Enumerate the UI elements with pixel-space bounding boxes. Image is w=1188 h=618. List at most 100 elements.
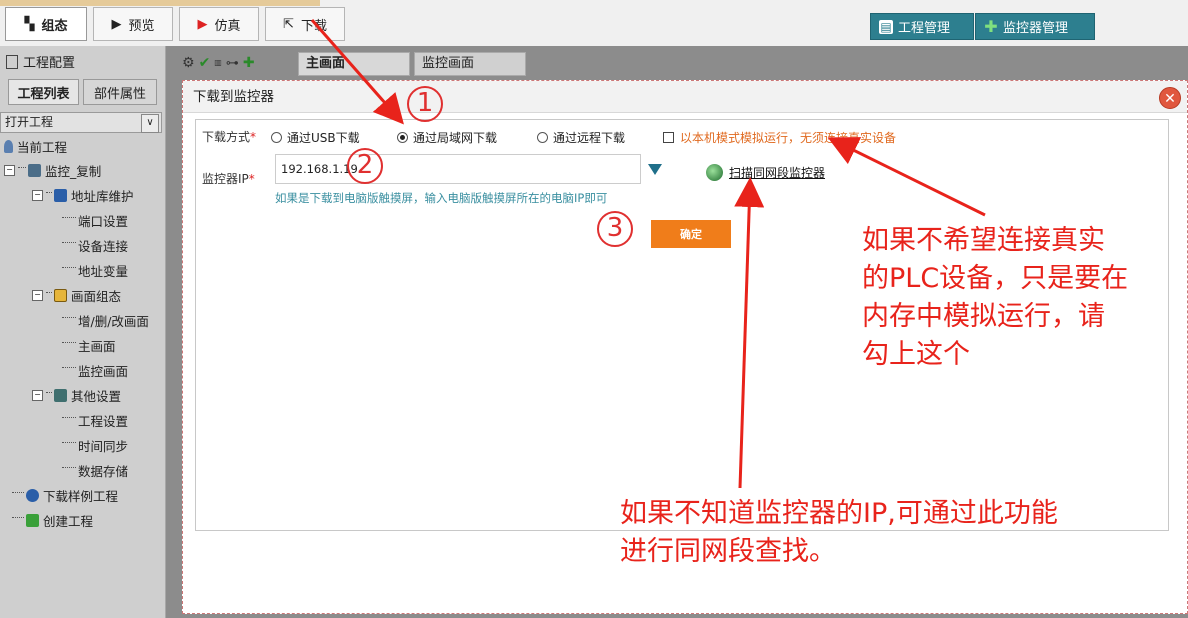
document-icon bbox=[6, 54, 18, 69]
tab-preview-label: 预览 bbox=[128, 18, 155, 34]
play-red-icon: ▶ bbox=[197, 16, 208, 32]
plc-icon[interactable]: ▥ bbox=[214, 59, 222, 67]
tree-item-edit-screens[interactable]: 增/删/改画面 bbox=[62, 311, 149, 330]
tree-label: 时间同步 bbox=[78, 439, 129, 454]
screen-icon bbox=[54, 289, 67, 302]
confirm-button[interactable]: 确定 bbox=[651, 220, 731, 248]
tree-item-screen-config[interactable]: − 画面组态 bbox=[32, 286, 121, 305]
tab-config[interactable]: ▚ 组态 bbox=[5, 7, 87, 41]
tab-download[interactable]: ⇱ 下载 bbox=[265, 7, 345, 41]
tab-project-list[interactable]: 工程列表 bbox=[8, 79, 79, 105]
dialog-title-label: 下载到监控器 bbox=[193, 89, 274, 105]
tree-label: 画面组态 bbox=[71, 289, 122, 304]
collapse-icon[interactable]: − bbox=[32, 290, 43, 301]
radio-usb[interactable]: 通过USB下载 bbox=[271, 129, 360, 146]
tab-component-props-label: 部件属性 bbox=[93, 86, 146, 102]
info-icon bbox=[26, 489, 39, 502]
download-mode-text: 下载方式 bbox=[202, 130, 251, 144]
tree-item-time-sync[interactable]: 时间同步 bbox=[62, 436, 128, 455]
tree-item-address-vars[interactable]: 地址变量 bbox=[62, 261, 128, 280]
tree-label: 工程设置 bbox=[78, 414, 129, 429]
check-icon[interactable]: ✔ bbox=[199, 55, 211, 71]
tree-label: 增/删/改画面 bbox=[78, 314, 149, 329]
tab-monitor-screen-label: 监控画面 bbox=[422, 56, 475, 71]
marker-2: 2 bbox=[347, 148, 383, 184]
tree-item-port-settings[interactable]: 端口设置 bbox=[62, 211, 128, 230]
panel-header-label: 工程配置 bbox=[23, 56, 76, 71]
radio-lan[interactable]: 通过局域网下载 bbox=[397, 129, 497, 146]
tree-label: 监控画面 bbox=[78, 364, 129, 379]
tree-item-address-maint[interactable]: − 地址库维护 bbox=[32, 186, 134, 205]
tree-item-other-settings[interactable]: − 其他设置 bbox=[32, 386, 121, 405]
scan-monitor-link[interactable]: 扫描同网段监控器 bbox=[706, 164, 825, 181]
address-icon bbox=[54, 189, 67, 202]
tree-item-data-storage[interactable]: 数据存储 bbox=[62, 461, 128, 480]
editor-icon-bar: ⚙ ✔ ▥ ⊶ ✚ bbox=[182, 52, 255, 74]
open-project-label: 打开工程 bbox=[5, 115, 54, 129]
radio-remote-label: 通过远程下载 bbox=[553, 131, 626, 145]
ip-dropdown-icon[interactable] bbox=[648, 164, 662, 175]
radio-lan-dot[interactable] bbox=[397, 132, 408, 143]
tree-label: 地址变量 bbox=[78, 264, 129, 279]
tree-label: 下载样例工程 bbox=[43, 489, 119, 504]
simulate-checkbox[interactable]: 以本机模式模拟运行，无须连接真实设备 bbox=[663, 129, 896, 146]
gear-icon[interactable]: ⚙ bbox=[182, 55, 195, 71]
tab-component-props[interactable]: 部件属性 bbox=[83, 79, 157, 105]
tree-label: 监控_复制 bbox=[45, 164, 102, 179]
required-mark: * bbox=[250, 130, 257, 144]
panel-header: 工程配置 bbox=[6, 52, 75, 71]
ip-label: 监控器IP* bbox=[202, 170, 255, 187]
tab-config-label: 组态 bbox=[41, 18, 68, 34]
tree-item-monitor-screen[interactable]: 监控画面 bbox=[62, 361, 128, 380]
monitor-manager-button[interactable]: ✚ 监控器管理 bbox=[975, 13, 1095, 40]
monitor-manager-label: 监控器管理 bbox=[1003, 21, 1069, 36]
tab-project-list-label: 工程列表 bbox=[17, 86, 70, 102]
network-icon[interactable]: ⊶ bbox=[226, 56, 239, 71]
collapse-icon[interactable]: − bbox=[4, 165, 15, 176]
marker-1: 1 bbox=[407, 86, 443, 122]
tree-label: 当前工程 bbox=[17, 140, 68, 155]
tab-main-screen-label: 主画面 bbox=[306, 56, 346, 71]
tree-label: 端口设置 bbox=[78, 214, 129, 229]
tree-label: 创建工程 bbox=[43, 514, 94, 529]
layout-icon: ▚ bbox=[24, 16, 35, 32]
title-strip bbox=[0, 0, 320, 6]
tree-item-download-sample[interactable]: 下载样例工程 bbox=[12, 486, 118, 505]
radio-remote[interactable]: 通过远程下载 bbox=[537, 129, 625, 146]
chevron-down-icon[interactable]: ∨ bbox=[141, 114, 159, 133]
user-icon bbox=[4, 140, 13, 153]
collapse-icon[interactable]: − bbox=[32, 190, 43, 201]
collapse-icon[interactable]: − bbox=[32, 390, 43, 401]
tree-item-device-connect[interactable]: 设备连接 bbox=[62, 236, 128, 255]
tree-item-create-project[interactable]: 创建工程 bbox=[12, 511, 93, 530]
tab-monitor-screen[interactable]: 监控画面 bbox=[414, 52, 526, 76]
tab-preview[interactable]: ▶ 预览 bbox=[93, 7, 173, 41]
tree-item-project-settings[interactable]: 工程设置 bbox=[62, 411, 128, 430]
note-simulate: 如果不希望连接真实 的PLC设备，只是要在 内存中模拟运行，请 勾上这个 bbox=[862, 225, 1129, 370]
open-project-select[interactable]: 打开工程 ∨ bbox=[0, 112, 162, 133]
project-icon: ▤ bbox=[879, 19, 893, 34]
simulate-checkbox-box[interactable] bbox=[663, 132, 674, 143]
radio-usb-label: 通过USB下载 bbox=[287, 131, 360, 145]
radio-usb-dot[interactable] bbox=[271, 132, 282, 143]
tab-main-screen[interactable]: 主画面 bbox=[298, 52, 410, 76]
note-scan: 如果不知道监控器的IP,可通过此功能 进行同网段查找。 bbox=[620, 498, 1058, 567]
ip-label-text: 监控器IP bbox=[202, 172, 249, 186]
project-manager-label: 工程管理 bbox=[898, 21, 951, 36]
play-icon: ▶ bbox=[111, 16, 122, 32]
project-manager-button[interactable]: ▤ 工程管理 bbox=[870, 13, 974, 40]
close-icon[interactable]: ✕ bbox=[1159, 87, 1181, 109]
settings-icon bbox=[54, 389, 67, 402]
radio-remote-dot[interactable] bbox=[537, 132, 548, 143]
simulate-label: 以本机模式模拟运行，无须连接真实设备 bbox=[680, 131, 897, 145]
download-mode-label: 下载方式* bbox=[202, 128, 256, 145]
add-icon[interactable]: ✚ bbox=[243, 55, 255, 71]
tree-item-main-screen[interactable]: 主画面 bbox=[62, 336, 116, 355]
radio-lan-label: 通过局域网下载 bbox=[413, 131, 498, 145]
ip-input[interactable] bbox=[275, 154, 641, 184]
required-mark: * bbox=[248, 172, 255, 186]
tab-simulate[interactable]: ▶ 仿真 bbox=[179, 7, 259, 41]
scan-monitor-label: 扫描同网段监控器 bbox=[729, 166, 826, 180]
tree-item-root[interactable]: − 监控_复制 bbox=[4, 161, 101, 180]
plus-icon bbox=[26, 514, 39, 527]
